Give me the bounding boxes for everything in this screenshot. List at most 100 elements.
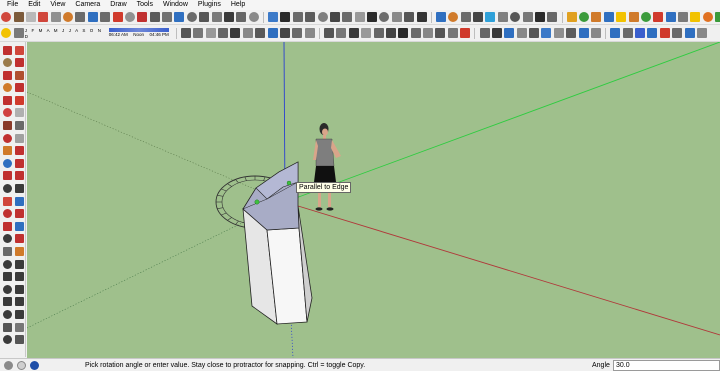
left-tool-icon[interactable] xyxy=(2,335,12,345)
left-tool-icon[interactable] xyxy=(14,322,24,332)
help-icon[interactable] xyxy=(30,360,39,370)
toolbar-tool-icon[interactable] xyxy=(510,12,521,22)
menu-plugins[interactable]: Plugins xyxy=(193,0,226,10)
toolbar-tool-icon[interactable] xyxy=(616,12,627,22)
toolbar-tool-icon[interactable] xyxy=(354,12,365,22)
left-tool-icon[interactable] xyxy=(14,259,24,269)
toolbar-tool-icon[interactable] xyxy=(485,12,496,22)
toolbar-tool-icon[interactable] xyxy=(391,12,402,22)
toolbar-tool-icon[interactable] xyxy=(193,28,204,38)
toolbar-tool-icon[interactable] xyxy=(473,12,484,22)
toolbar-tool-icon[interactable] xyxy=(628,12,639,22)
menu-camera[interactable]: Camera xyxy=(70,0,105,10)
left-tool-icon[interactable] xyxy=(14,284,24,294)
toolbar-tool-icon[interactable] xyxy=(504,28,515,38)
toolbar-tool-icon[interactable] xyxy=(696,28,707,38)
toolbar-tool-icon[interactable] xyxy=(410,28,421,38)
toolbar-tool-icon[interactable] xyxy=(423,28,434,38)
toolbar-tool-icon[interactable] xyxy=(87,12,98,22)
toolbar-tool-icon[interactable] xyxy=(385,28,396,38)
toolbar-tool-icon[interactable] xyxy=(50,12,61,22)
toolbar-tool-icon[interactable] xyxy=(267,28,278,38)
toolbar-tool-icon[interactable] xyxy=(25,12,36,22)
left-tool-icon[interactable] xyxy=(2,284,12,294)
toolbar-tool-icon[interactable] xyxy=(248,12,259,22)
left-tool-icon[interactable] xyxy=(2,171,12,181)
toolbar-tool-icon[interactable] xyxy=(416,12,427,22)
left-tool-icon[interactable] xyxy=(2,133,12,143)
toolbar-tool-icon[interactable] xyxy=(137,12,148,22)
toolbar-tool-icon[interactable] xyxy=(174,12,185,22)
left-tool-icon[interactable] xyxy=(2,221,12,231)
toolbar-tool-icon[interactable] xyxy=(435,12,446,22)
toolbar-tool-icon[interactable] xyxy=(547,12,558,22)
toolbar-tool-icon[interactable] xyxy=(75,12,86,22)
toolbar-tool-icon[interactable] xyxy=(460,12,471,22)
menu-tools[interactable]: Tools xyxy=(132,0,158,10)
left-tool-icon[interactable] xyxy=(2,209,12,219)
menu-file[interactable]: File xyxy=(2,0,23,10)
toolbar-tool-icon[interactable] xyxy=(447,28,458,38)
left-tool-icon[interactable] xyxy=(14,58,24,68)
menu-draw[interactable]: Draw xyxy=(105,0,131,10)
toolbar-tool-icon[interactable] xyxy=(541,28,552,38)
toolbar-tool-icon[interactable] xyxy=(255,28,266,38)
left-tool-icon[interactable] xyxy=(2,158,12,168)
left-tool-icon[interactable] xyxy=(2,234,12,244)
credits-icon[interactable] xyxy=(17,360,26,370)
left-tool-icon[interactable] xyxy=(2,70,12,80)
toolbar-tool-icon[interactable] xyxy=(460,28,471,38)
menu-edit[interactable]: Edit xyxy=(23,0,45,10)
left-tool-icon[interactable] xyxy=(14,158,24,168)
toolbar-tool-icon[interactable] xyxy=(579,12,590,22)
time-slider[interactable]: 06:42 AM Noon 04:46 PM xyxy=(108,26,169,40)
modeling-viewport[interactable]: Parallel to Edge xyxy=(27,42,720,358)
toolbar-tool-icon[interactable] xyxy=(678,12,689,22)
toolbar-tool-icon[interactable] xyxy=(211,12,222,22)
toolbar-tool-icon[interactable] xyxy=(180,28,191,38)
toolbar-tool-icon[interactable] xyxy=(373,28,384,38)
left-tool-icon[interactable] xyxy=(14,146,24,156)
toolbar-tool-icon[interactable] xyxy=(672,28,683,38)
toolbar-tool-icon[interactable] xyxy=(715,12,720,22)
left-tool-icon[interactable] xyxy=(14,309,24,319)
left-tool-icon[interactable] xyxy=(14,171,24,181)
left-tool-icon[interactable] xyxy=(14,133,24,143)
toolbar-tool-icon[interactable] xyxy=(304,28,315,38)
toolbar-tool-icon[interactable] xyxy=(336,28,347,38)
toolbar-tool-icon[interactable] xyxy=(702,12,713,22)
toolbar-tool-icon[interactable] xyxy=(659,28,670,38)
shadow-toggle-icon[interactable] xyxy=(13,28,24,38)
toolbar-tool-icon[interactable] xyxy=(280,12,291,22)
toolbar-tool-icon[interactable] xyxy=(610,28,621,38)
left-tool-icon[interactable] xyxy=(2,259,12,269)
left-tool-icon[interactable] xyxy=(14,221,24,231)
left-tool-icon[interactable] xyxy=(2,184,12,194)
toolbar-tool-icon[interactable] xyxy=(647,28,658,38)
toolbar-tool-icon[interactable] xyxy=(566,12,577,22)
toolbar-tool-icon[interactable] xyxy=(236,12,247,22)
left-tool-icon[interactable] xyxy=(14,196,24,206)
toolbar-tool-icon[interactable] xyxy=(529,28,540,38)
left-tool-icon[interactable] xyxy=(14,234,24,244)
sun-icon[interactable] xyxy=(1,28,12,38)
left-tool-icon[interactable] xyxy=(2,95,12,105)
toolbar-tool-icon[interactable] xyxy=(398,28,409,38)
toolbar-tool-icon[interactable] xyxy=(205,28,216,38)
toolbar-tool-icon[interactable] xyxy=(342,12,353,22)
toolbar-tool-icon[interactable] xyxy=(603,12,614,22)
left-tool-icon[interactable] xyxy=(2,322,12,332)
left-tool-icon[interactable] xyxy=(2,297,12,307)
toolbar-tool-icon[interactable] xyxy=(435,28,446,38)
toolbar-tool-icon[interactable] xyxy=(218,28,229,38)
left-tool-icon[interactable] xyxy=(2,83,12,93)
toolbar-tool-icon[interactable] xyxy=(653,12,664,22)
toolbar-tool-icon[interactable] xyxy=(553,28,564,38)
toolbar-tool-icon[interactable] xyxy=(292,28,303,38)
left-tool-icon[interactable] xyxy=(14,247,24,256)
toolbar-tool-icon[interactable] xyxy=(479,28,490,38)
left-tool-icon[interactable] xyxy=(2,45,12,55)
measurements-input[interactable]: 30.0 xyxy=(613,360,720,371)
toolbar-tool-icon[interactable] xyxy=(13,12,24,22)
toolbar-tool-icon[interactable] xyxy=(665,12,676,22)
